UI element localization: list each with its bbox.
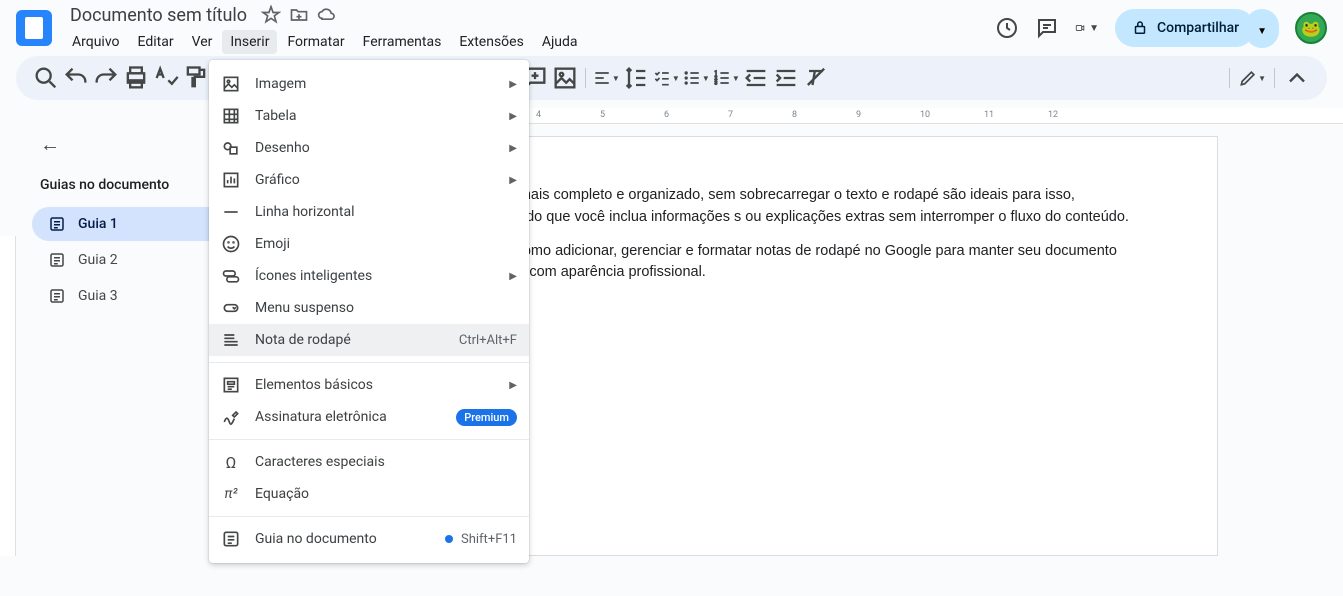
print-icon[interactable] bbox=[122, 64, 150, 92]
user-avatar[interactable]: 🐸 bbox=[1295, 12, 1327, 44]
table-icon bbox=[221, 106, 241, 126]
menu-ferramentas[interactable]: Ferramentas bbox=[355, 30, 450, 54]
hr-icon bbox=[221, 202, 241, 222]
menu-item-tabela[interactable]: Tabela▶ bbox=[209, 100, 529, 132]
star-icon[interactable] bbox=[261, 5, 281, 25]
edit-mode-icon[interactable]: ▼ bbox=[1238, 64, 1266, 92]
insert-image-icon[interactable] bbox=[551, 64, 579, 92]
docs-logo[interactable] bbox=[16, 10, 52, 46]
menu-item-emoji[interactable]: Emoji bbox=[209, 228, 529, 260]
share-label: Compartilhar bbox=[1157, 20, 1239, 36]
menu-item-desenho[interactable]: Desenho▶ bbox=[209, 132, 529, 164]
indent-increase-icon[interactable] bbox=[772, 64, 800, 92]
share-dropdown[interactable]: ▼ bbox=[1245, 9, 1279, 48]
ruler-vertical bbox=[0, 236, 16, 556]
separator bbox=[209, 362, 529, 363]
footnote-icon bbox=[221, 330, 241, 350]
menu-formatar[interactable]: Formatar bbox=[279, 30, 352, 54]
tab-icon bbox=[48, 215, 66, 233]
undo-icon[interactable] bbox=[62, 64, 90, 92]
equation-icon: π² bbox=[221, 484, 241, 504]
menu-inserir[interactable]: Inserir bbox=[222, 30, 277, 54]
submenu-arrow-icon: ▶ bbox=[509, 143, 517, 154]
submenu-arrow-icon: ▶ bbox=[509, 111, 517, 122]
omega-icon: Ω bbox=[221, 452, 241, 472]
bullet-list-icon[interactable]: ▼ bbox=[682, 64, 710, 92]
tab-label: Guia 1 bbox=[78, 216, 118, 232]
history-icon[interactable] bbox=[995, 16, 1019, 40]
menu-item-guia[interactable]: Guia no documentoShift+F11 bbox=[209, 523, 529, 555]
menu-item-imagem[interactable]: Imagem▶ bbox=[209, 68, 529, 100]
menu-arquivo[interactable]: Arquivo bbox=[64, 30, 128, 54]
separator bbox=[209, 439, 529, 440]
submenu-arrow-icon: ▶ bbox=[509, 175, 517, 186]
app-header: Documento sem título Arquivo Editar Ver … bbox=[0, 0, 1343, 56]
tab-label: Guia 3 bbox=[78, 288, 118, 304]
svg-text:3: 3 bbox=[714, 81, 717, 87]
clear-format-icon[interactable] bbox=[802, 64, 830, 92]
document-title[interactable]: Documento sem título bbox=[64, 3, 253, 28]
tab-icon bbox=[221, 529, 241, 549]
insert-menu-dropdown: Imagem▶ Tabela▶ Desenho▶ Gráfico▶ Linha … bbox=[209, 60, 529, 563]
submenu-arrow-icon: ▶ bbox=[509, 271, 517, 282]
tab-icon bbox=[48, 251, 66, 269]
meet-button[interactable]: ▼ bbox=[1075, 16, 1099, 40]
menu-ver[interactable]: Ver bbox=[184, 30, 221, 54]
tab-label: Guia 2 bbox=[78, 252, 118, 268]
redo-icon[interactable] bbox=[92, 64, 120, 92]
tab-icon bbox=[48, 287, 66, 305]
menu-ajuda[interactable]: Ajuda bbox=[534, 30, 586, 54]
image-icon bbox=[221, 74, 241, 94]
comments-icon[interactable] bbox=[1035, 16, 1059, 40]
spellcheck-icon[interactable] bbox=[152, 64, 180, 92]
menubar: Arquivo Editar Ver Inserir Formatar Ferr… bbox=[64, 30, 995, 54]
menu-item-linha[interactable]: Linha horizontal bbox=[209, 196, 529, 228]
chips-icon bbox=[221, 266, 241, 286]
number-list-icon[interactable]: 123 ▼ bbox=[712, 64, 740, 92]
menu-extensoes[interactable]: Extensões bbox=[451, 30, 532, 54]
paragraph[interactable]: ostrar como adicionar, gerenciar e forma… bbox=[475, 241, 1145, 285]
move-icon[interactable] bbox=[289, 5, 309, 25]
indent-decrease-icon[interactable] bbox=[742, 64, 770, 92]
align-icon[interactable]: ▼ bbox=[592, 64, 620, 92]
submenu-arrow-icon: ▶ bbox=[509, 79, 517, 90]
menu-item-grafico[interactable]: Gráfico▶ bbox=[209, 164, 529, 196]
menu-item-icones[interactable]: Ícones inteligentes▶ bbox=[209, 260, 529, 292]
chart-icon bbox=[221, 170, 241, 190]
blocks-icon bbox=[221, 375, 241, 395]
paragraph[interactable]: mento mais completo e organizado, sem so… bbox=[475, 185, 1145, 229]
checklist-icon[interactable]: ▼ bbox=[652, 64, 680, 92]
signature-icon bbox=[221, 407, 241, 427]
menu-item-menu-suspenso[interactable]: Menu suspenso bbox=[209, 292, 529, 324]
menu-item-equacao[interactable]: π²Equação bbox=[209, 478, 529, 510]
menu-item-assinatura[interactable]: Assinatura eletrônicaPremium bbox=[209, 401, 529, 433]
cloud-icon[interactable] bbox=[317, 5, 337, 25]
submenu-arrow-icon: ▶ bbox=[509, 380, 517, 391]
drawing-icon bbox=[221, 138, 241, 158]
dropdown-icon bbox=[221, 298, 241, 318]
menu-item-elementos[interactable]: Elementos básicos▶ bbox=[209, 369, 529, 401]
premium-badge: Premium bbox=[456, 409, 517, 426]
new-indicator bbox=[445, 535, 453, 543]
share-button[interactable]: Compartilhar bbox=[1115, 9, 1255, 47]
collapse-icon[interactable] bbox=[1283, 64, 1311, 92]
menu-item-nota-rodape[interactable]: Nota de rodapéCtrl+Alt+F bbox=[209, 324, 529, 356]
menu-item-caracteres[interactable]: ΩCaracteres especiais bbox=[209, 446, 529, 478]
emoji-icon bbox=[221, 234, 241, 254]
paint-format-icon[interactable] bbox=[182, 64, 210, 92]
line-spacing-icon[interactable] bbox=[622, 64, 650, 92]
search-icon[interactable] bbox=[32, 64, 60, 92]
separator bbox=[209, 516, 529, 517]
menu-editar[interactable]: Editar bbox=[130, 30, 182, 54]
